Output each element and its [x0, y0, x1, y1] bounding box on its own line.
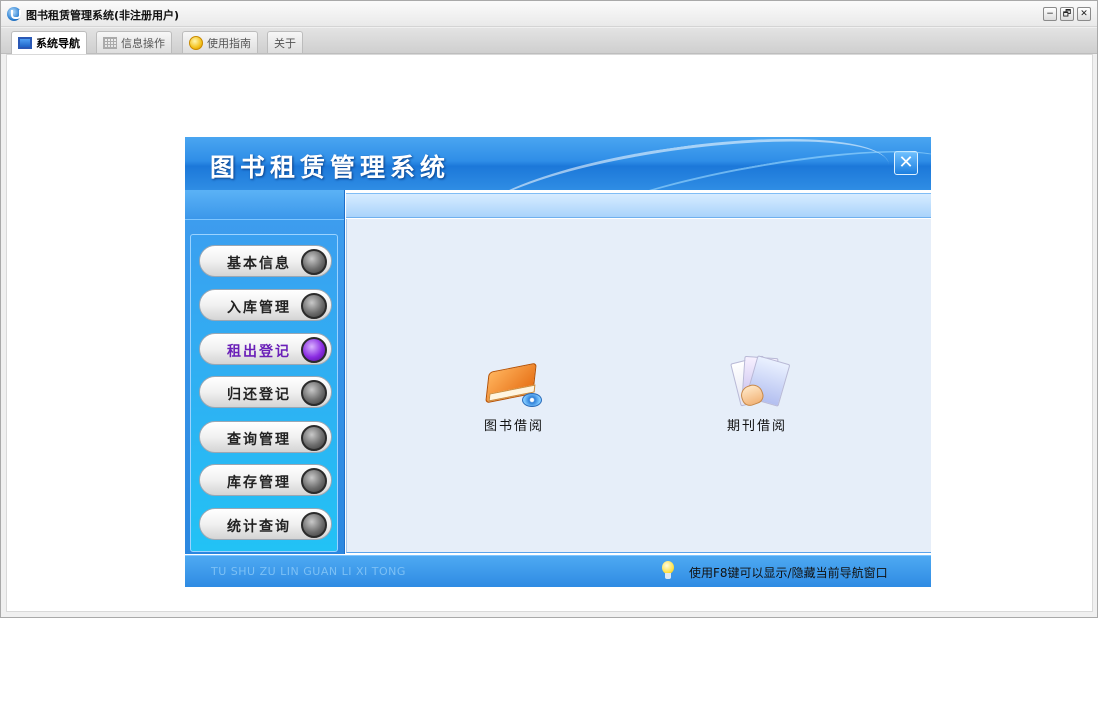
menu-item-basic-info[interactable]: 基本信息: [199, 245, 332, 277]
tab-label: 关于: [274, 36, 296, 50]
menu-item-label: 查询管理: [227, 432, 291, 448]
menu-item-statistics[interactable]: 统计查询: [199, 508, 332, 540]
menu-item-label: 基本信息: [227, 256, 291, 272]
help-icon: [189, 35, 203, 50]
tab-label: 信息操作: [121, 36, 165, 50]
app-logo-icon: [7, 7, 21, 21]
minimize-button[interactable]: −: [1043, 7, 1057, 21]
workspace-header-bar: [346, 193, 931, 218]
nav-workspace: 图书借阅 期刊借阅: [346, 190, 931, 554]
indicator-knob-icon: [301, 512, 327, 538]
menu-box: 基本信息 入库管理 租出登记 归还登记 查询管理 库存管理 统计查询: [190, 234, 338, 552]
tab-label: 系统导航: [36, 37, 80, 50]
tab-info-ops[interactable]: 信息操作: [96, 31, 172, 53]
menu-item-label: 归还登记: [227, 387, 291, 403]
navigation-panel: 图书租赁管理系统 ✕ 基本信息 入库管理 租出登记 归还登记 查询管理 库存管理…: [185, 137, 931, 587]
indicator-knob-icon: [301, 249, 327, 275]
menu-item-label: 库存管理: [227, 475, 291, 491]
tab-bar: 系统导航 信息操作 使用指南 关于: [1, 28, 1097, 54]
tab-system-nav[interactable]: 系统导航: [11, 31, 87, 54]
indicator-knob-icon: [301, 425, 327, 451]
tab-label: 使用指南: [207, 36, 251, 50]
footer-pinyin-text: TU SHU ZU LIN GUAN LI XI TONG: [211, 565, 406, 578]
monitor-icon: [18, 37, 32, 49]
tab-about[interactable]: 关于: [267, 31, 303, 53]
periodical-icon: [727, 355, 791, 411]
close-button[interactable]: ✕: [1077, 7, 1091, 21]
function-periodical-borrow[interactable]: 期刊借阅: [697, 355, 817, 434]
menu-item-label: 入库管理: [227, 300, 291, 316]
title-bar: 图书租赁管理系统(非注册用户) − 🗗 ✕: [1, 1, 1097, 27]
nav-sidebar: 基本信息 入库管理 租出登记 归还登记 查询管理 库存管理 统计查询: [185, 190, 345, 554]
sidebar-header: [185, 190, 344, 220]
menu-item-inventory[interactable]: 库存管理: [199, 464, 332, 496]
footer-tip: 使用F8键可以显示/隐藏当前导航窗口: [689, 566, 888, 580]
menu-item-label: 租出登记: [227, 344, 291, 360]
menu-item-warehousing[interactable]: 入库管理: [199, 289, 332, 321]
indicator-knob-icon: [301, 293, 327, 319]
indicator-knob-icon: [301, 380, 327, 406]
indicator-knob-icon: [301, 337, 327, 363]
menu-item-return-register[interactable]: 归还登记: [199, 376, 332, 408]
restore-button[interactable]: 🗗: [1060, 7, 1074, 21]
nav-footer: TU SHU ZU LIN GUAN LI XI TONG 使用F8键可以显示/…: [185, 555, 931, 587]
book-icon: [484, 359, 544, 411]
nav-title: 图书租赁管理系统: [210, 153, 451, 182]
lightbulb-icon: [661, 561, 675, 581]
menu-item-label: 统计查询: [227, 519, 291, 535]
function-label: 期刊借阅: [726, 419, 787, 434]
menu-item-query-management[interactable]: 查询管理: [199, 421, 332, 453]
function-book-borrow[interactable]: 图书借阅: [454, 359, 574, 434]
indicator-knob-icon: [301, 468, 327, 494]
grid-icon: [103, 36, 117, 49]
menu-item-rental-register[interactable]: 租出登记: [199, 333, 332, 365]
nav-close-button[interactable]: ✕: [894, 151, 918, 175]
nav-header: 图书租赁管理系统 ✕: [185, 137, 931, 190]
window-title: 图书租赁管理系统(非注册用户): [26, 9, 180, 22]
tab-user-guide[interactable]: 使用指南: [182, 31, 258, 53]
function-label: 图书借阅: [483, 419, 544, 434]
workspace-body: 图书借阅 期刊借阅: [346, 219, 931, 553]
